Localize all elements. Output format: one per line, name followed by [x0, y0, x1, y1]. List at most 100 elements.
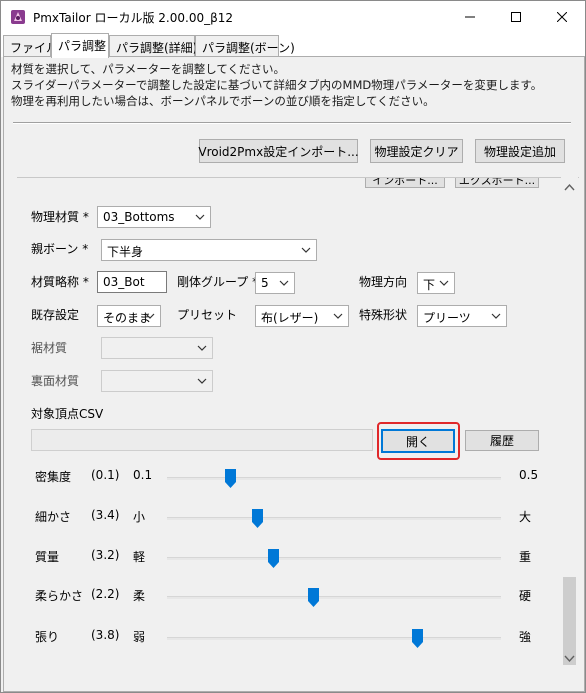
slider-fineness-min: 小 [133, 510, 146, 524]
pmx-tailor-app-icon [10, 9, 26, 25]
slider-density-thumb[interactable] [224, 469, 236, 488]
app-window: PmxTailor ローカル版 2.00.00_β12 ファイル パラ調整 パラ… [0, 0, 586, 693]
slider-density-min: 0.1 [133, 468, 153, 482]
chevron-down-icon [333, 313, 343, 319]
physics-clear-button[interactable]: 物理設定クリア [370, 139, 463, 163]
slider-softness-max: 硬 [519, 589, 532, 603]
maximize-icon [511, 12, 521, 22]
vroid2pmx-import-button[interactable]: Vroid2Pmx設定インポート... [198, 139, 359, 163]
physics-direction-label: 物理方向 [359, 275, 408, 289]
minimize-icon [465, 16, 475, 18]
window-title: PmxTailor ローカル版 2.00.00_β12 [33, 11, 234, 25]
slider-tension-track[interactable] [167, 637, 501, 640]
rigid-group-label: 剛体グループ * [177, 275, 259, 289]
partial-export-button[interactable]: エクスポート... [455, 177, 539, 188]
slider-fineness-thumb[interactable] [251, 509, 263, 528]
slider-density-max: 0.5 [519, 468, 539, 482]
hem-material-label: 裾材質 [31, 341, 68, 355]
slider-tension-thumb[interactable] [412, 629, 423, 648]
slider-fineness-value: (3.4) [91, 508, 120, 522]
slider-tension-value: (3.8) [91, 628, 120, 642]
slider-density-name: 密集度 [35, 470, 72, 484]
back-material-select[interactable] [101, 370, 213, 392]
preset-value: 布(レザー) [261, 311, 319, 325]
close-icon [557, 12, 567, 22]
slider-mass-name: 質量 [35, 550, 60, 564]
physics-material-label: 物理材質 * [31, 210, 89, 224]
slider-mass-value: (3.2) [91, 548, 120, 562]
physics-direction-select[interactable]: 下 [417, 272, 455, 294]
open-csv-label: 開く [405, 434, 430, 449]
hem-material-select[interactable] [101, 337, 213, 359]
slider-density-track[interactable] [167, 477, 501, 480]
existing-setting-select[interactable]: そのまま [97, 305, 161, 327]
tab-parameter-bone[interactable]: パラ調整(ボーン) [195, 35, 295, 57]
chevron-down-icon [439, 280, 449, 286]
slider-density-value: (0.1) [91, 468, 120, 482]
slider-fineness-track[interactable] [167, 517, 501, 520]
rigid-group-value: 5 [261, 276, 269, 290]
maximize-button[interactable] [493, 1, 539, 33]
material-abbrev-value: 03_Bot [103, 275, 145, 289]
special-shape-select[interactable]: プリーツ [417, 305, 507, 327]
description-line-2: スライダーパラメーターで調整した設定に基づいて詳細タブ内のMMD物理パラメーター… [11, 78, 543, 92]
tab-parameter-label: パラ調整 [58, 39, 107, 53]
special-shape-label: 特殊形状 [359, 308, 408, 322]
material-abbrev-input[interactable]: 03_Bot [97, 271, 167, 293]
physics-material-value: 03_Bottoms [103, 210, 175, 224]
history-label: 履歴 [489, 434, 514, 448]
scroll-down-icon[interactable] [564, 655, 575, 663]
chevron-down-icon [145, 313, 155, 319]
tab-strip: ファイル パラ調整 パラ調整(詳細) パラ調整(ボーン) [1, 33, 585, 58]
slider-softness-value: (2.2) [91, 587, 120, 601]
close-button[interactable] [539, 1, 585, 33]
open-csv-button[interactable]: 開く [381, 429, 455, 453]
slider-tension-min: 弱 [133, 630, 146, 644]
back-material-label: 裏面材質 [31, 374, 80, 388]
slider-mass-thumb[interactable] [268, 549, 280, 568]
special-shape-value: プリーツ [423, 311, 471, 325]
history-button[interactable]: 履歴 [465, 430, 539, 451]
chevron-down-icon [301, 247, 311, 253]
preset-label: プリセット [177, 308, 238, 322]
tab-parameter[interactable]: パラ調整 [51, 33, 109, 58]
target-vertex-csv-path[interactable] [31, 429, 373, 451]
slider-tension-max: 強 [519, 630, 532, 644]
parent-bone-select[interactable]: 下半身 [101, 239, 317, 261]
physics-add-label: 物理設定追加 [483, 144, 556, 159]
slider-mass-track[interactable] [167, 557, 501, 560]
slider-fineness-max: 大 [519, 510, 532, 524]
partial-import-label: インポート... [372, 177, 438, 187]
chevron-down-icon [197, 345, 207, 351]
scroll-up-icon[interactable] [564, 183, 575, 191]
slider-tension-name: 張り [35, 630, 60, 644]
rigid-group-select[interactable]: 5 [255, 272, 295, 294]
partial-export-label: エクスポート... [458, 177, 536, 187]
scrollbar-thumb[interactable] [563, 577, 576, 665]
chevron-down-icon [279, 280, 289, 286]
slider-mass-min: 軽 [133, 550, 146, 564]
existing-setting-label: 既存設定 [31, 308, 80, 322]
vroid2pmx-import-label: Vroid2Pmx設定インポート... [198, 144, 359, 159]
chevron-down-icon [195, 214, 205, 220]
parent-bone-label: 親ボーン * [31, 242, 89, 256]
slider-softness-thumb[interactable] [308, 588, 320, 607]
physics-add-button[interactable]: 物理設定追加 [475, 139, 565, 163]
partial-import-button[interactable]: インポート... [365, 177, 445, 188]
preset-select[interactable]: 布(レザー) [255, 305, 349, 327]
slider-softness-min: 柔 [133, 589, 146, 603]
description-line-3: 物理を再利用したい場合は、ボーンパネルでボーンの並び順を指定してください。 [11, 94, 435, 108]
description-line-1: 材質を選択して、パラメーターを調整してください。 [11, 62, 286, 76]
tab-parameter-detail[interactable]: パラ調整(詳細) [109, 35, 197, 57]
slider-softness-track[interactable] [167, 596, 501, 599]
minimize-button[interactable] [447, 1, 493, 33]
vertical-scrollbar[interactable] [561, 177, 578, 671]
chevron-down-icon [491, 313, 501, 319]
target-vertex-csv-label: 対象頂点CSV [31, 407, 104, 421]
slider-softness-name: 柔らかさ [35, 589, 84, 603]
physics-settings-panel[interactable]: インポート... エクスポート... 物理材質 * 03_Bottoms 親ボー… [17, 177, 579, 671]
tab-file[interactable]: ファイル [3, 35, 58, 57]
chevron-down-icon [197, 378, 207, 384]
physics-material-select[interactable]: 03_Bottoms [97, 206, 211, 228]
tab-parameter-bone-label: パラ調整(ボーン) [202, 41, 295, 55]
